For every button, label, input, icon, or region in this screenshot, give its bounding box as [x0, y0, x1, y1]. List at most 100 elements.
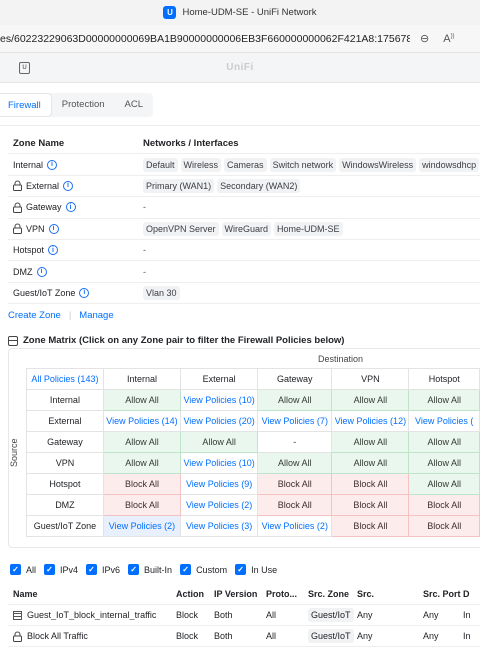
- all-policies-cell[interactable]: All Policies (143): [26, 368, 104, 390]
- matrix-cell[interactable]: View Policies (9): [180, 473, 259, 495]
- matrix-cell[interactable]: Block All: [257, 473, 333, 495]
- manage-link[interactable]: Manage: [79, 310, 113, 321]
- filter-built-in[interactable]: ✓ Built-In: [128, 564, 172, 575]
- network-chip: OpenVPN Server: [143, 221, 219, 236]
- info-icon[interactable]: i: [36, 266, 47, 277]
- matrix-cell[interactable]: Allow All: [180, 431, 259, 453]
- zone-chip: Guest/IoT: [308, 629, 354, 643]
- matrix-cell[interactable]: Block All: [331, 494, 410, 516]
- info-icon[interactable]: i: [48, 245, 59, 256]
- filter-in-use[interactable]: ✓ In Use: [235, 564, 277, 575]
- matrix-cell[interactable]: Allow All: [408, 389, 480, 411]
- filter-custom[interactable]: ✓ Custom: [180, 564, 227, 575]
- matrix-cell[interactable]: Block All: [331, 515, 410, 537]
- col-src-port[interactable]: Src. Port: [423, 589, 463, 599]
- filter-ipv4[interactable]: ✓ IPv4: [44, 564, 78, 575]
- tab-acl[interactable]: ACL: [115, 93, 153, 117]
- info-icon[interactable]: i: [79, 287, 90, 298]
- col-name[interactable]: Name: [8, 589, 176, 599]
- matrix-cell[interactable]: Allow All: [102, 389, 182, 411]
- zone-name-cell: VPN i: [8, 223, 143, 235]
- network-chip: windowsdhcp: [419, 157, 480, 172]
- zone-name-cell: External i: [8, 180, 143, 192]
- policy-row[interactable]: Guest_IoT_block_internal_traffic Block Bot…: [8, 605, 480, 626]
- matrix-cell[interactable]: View Policies (2): [180, 494, 259, 516]
- tab-firewall[interactable]: Firewall: [0, 93, 52, 117]
- zone-row[interactable]: Gateway i -: [8, 197, 480, 219]
- policy-ip-version: Both: [214, 631, 233, 641]
- zone-row[interactable]: Hotspot i -: [8, 240, 480, 262]
- filter-ipv6[interactable]: ✓ IPv6: [86, 564, 120, 575]
- empty-networks: -: [143, 266, 146, 277]
- matrix-cell[interactable]: Allow All: [408, 473, 480, 495]
- matrix-cell[interactable]: Block All: [331, 473, 410, 495]
- info-icon[interactable]: i: [63, 180, 74, 191]
- matrix-cell[interactable]: View Policies (2): [257, 515, 333, 537]
- checkbox-checked-icon[interactable]: ✓: [180, 564, 192, 575]
- col-action[interactable]: Action: [176, 589, 214, 599]
- matrix-cell[interactable]: Allow All: [408, 452, 480, 474]
- col-protocol[interactable]: Proto...: [266, 589, 308, 599]
- matrix-cell[interactable]: View Policies (20): [180, 410, 259, 432]
- tab-protection[interactable]: Protection: [52, 93, 115, 117]
- zone-row[interactable]: VPN i OpenVPN Server WireGuard Home-UDM-SE: [8, 219, 480, 240]
- info-icon[interactable]: i: [48, 223, 59, 234]
- matrix-cell[interactable]: View Policies (7): [257, 410, 333, 432]
- matrix-cell[interactable]: Block All: [408, 515, 480, 537]
- matrix-cell[interactable]: View Policies (12): [331, 410, 410, 432]
- matrix-cell[interactable]: View Policies (: [408, 410, 480, 432]
- zone-row[interactable]: DMZ i -: [8, 261, 480, 283]
- matrix-cell[interactable]: View Policies (3): [180, 515, 259, 537]
- matrix-cell[interactable]: Allow All: [102, 452, 182, 474]
- zone-row[interactable]: Guest/IoT Zone i Vlan 30: [8, 283, 480, 305]
- url-text[interactable]: es/60223229063D00000000069BA1B9000000000…: [0, 33, 410, 45]
- filter-all[interactable]: ✓ All: [10, 564, 36, 575]
- policy-src-port: Any: [423, 631, 439, 641]
- zone-row[interactable]: External i Primary (WAN1) Secondary (WAN2): [8, 176, 480, 198]
- col-src-zone[interactable]: Src. Zone: [308, 589, 357, 599]
- read-aloud-icon[interactable]: A)): [443, 33, 454, 45]
- app-header: U UniFi: [0, 53, 480, 83]
- matrix-row-label: DMZ: [26, 494, 104, 516]
- policy-name-cell: Block All Traffic: [8, 631, 176, 642]
- checkbox-checked-icon[interactable]: ✓: [10, 564, 21, 575]
- create-zone-link[interactable]: Create Zone: [8, 310, 61, 321]
- matrix-cell[interactable]: Allow All: [257, 452, 333, 474]
- matrix-cell[interactable]: Block All: [102, 473, 182, 495]
- matrix-cell[interactable]: Block All: [257, 494, 333, 516]
- matrix-cell[interactable]: Block All: [102, 494, 182, 516]
- networks-header: Networks / Interfaces: [143, 137, 239, 149]
- matrix-cell[interactable]: Allow All: [331, 452, 410, 474]
- info-icon[interactable]: i: [65, 202, 76, 213]
- matrix-cell[interactable]: Allow All: [331, 389, 410, 411]
- checkbox-checked-icon[interactable]: ✓: [44, 564, 56, 575]
- col-src[interactable]: Src.: [357, 589, 423, 599]
- policy-row[interactable]: Block All Traffic Block Both All Guest/IoT An…: [8, 626, 480, 647]
- network-chip: Default: [143, 157, 178, 172]
- zone-networks: OpenVPN Server WireGuard Home-UDM-SE: [143, 221, 480, 236]
- matrix-cell[interactable]: View Policies (10): [180, 452, 259, 474]
- info-icon[interactable]: i: [47, 159, 58, 170]
- matrix-cell[interactable]: Block All: [408, 494, 480, 516]
- matrix-row-label: External: [26, 410, 104, 432]
- checkbox-checked-icon[interactable]: ✓: [128, 564, 140, 575]
- matrix-cell[interactable]: Allow All: [408, 431, 480, 453]
- address-bar[interactable]: es/60223229063D00000000069BA1B9000000000…: [0, 25, 480, 53]
- matrix-cell[interactable]: View Policies (2): [102, 515, 182, 537]
- checkbox-checked-icon[interactable]: ✓: [235, 564, 247, 575]
- matrix-cell: -: [257, 431, 333, 453]
- col-ip-version[interactable]: IP Version: [214, 589, 266, 599]
- matrix-row-label: Gateway: [26, 431, 104, 453]
- zone-row[interactable]: Internal i Default Wireless Cameras Switch ne…: [8, 154, 480, 176]
- zones-table: Zone Name Networks / Interfaces Internal…: [8, 133, 480, 305]
- lock-icon: [13, 223, 22, 235]
- matrix-cell[interactable]: View Policies (10): [180, 389, 259, 411]
- col-dest[interactable]: D: [463, 589, 480, 599]
- zoom-icon[interactable]: ⊖: [420, 32, 429, 45]
- matrix-cell[interactable]: Allow All: [331, 431, 410, 453]
- policy-protocol: All: [266, 610, 277, 620]
- checkbox-checked-icon[interactable]: ✓: [86, 564, 98, 575]
- matrix-cell[interactable]: Allow All: [102, 431, 182, 453]
- matrix-cell[interactable]: View Policies (14): [102, 410, 182, 432]
- matrix-cell[interactable]: Allow All: [257, 389, 333, 411]
